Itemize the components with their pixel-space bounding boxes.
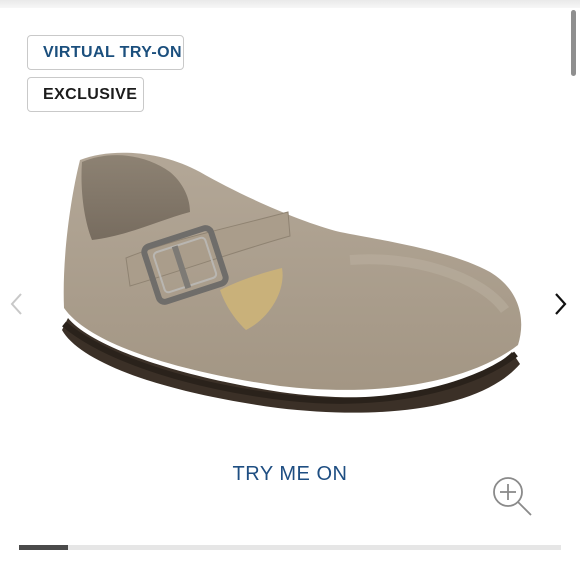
exclusive-label: EXCLUSIVE bbox=[43, 85, 138, 103]
gallery-progress-track bbox=[19, 545, 561, 550]
try-me-on-link[interactable]: TRY ME ON bbox=[200, 463, 380, 486]
product-image[interactable] bbox=[50, 140, 530, 430]
vertical-scrollbar[interactable] bbox=[571, 10, 576, 76]
virtual-try-on-label: VIRTUAL TRY-ON bbox=[43, 43, 182, 61]
top-bar-shadow bbox=[0, 0, 580, 8]
virtual-try-on-badge[interactable]: VIRTUAL TRY-ON bbox=[27, 35, 184, 70]
zoom-in-icon[interactable] bbox=[490, 474, 534, 518]
exclusive-badge: EXCLUSIVE bbox=[27, 77, 144, 112]
gallery-progress-fill bbox=[19, 545, 68, 550]
chevron-left-icon[interactable] bbox=[7, 290, 27, 318]
chevron-right-icon[interactable] bbox=[550, 290, 570, 318]
